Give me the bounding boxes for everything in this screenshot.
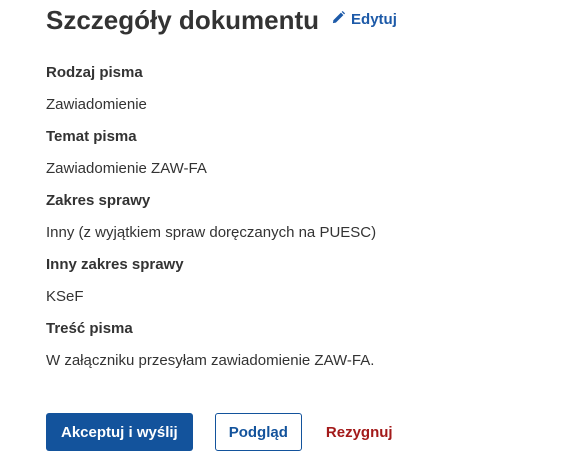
- details-list: Rodzaj pisma Zawiadomienie Temat pisma Z…: [46, 62, 556, 372]
- field-label: Zakres sprawy: [46, 192, 151, 209]
- accept-and-send-button[interactable]: Akceptuj i wyślij: [46, 413, 193, 451]
- document-details-panel: Szczegóły dokumentu Edytuj Rodzaj pisma …: [46, 0, 556, 451]
- field-label: Treść pisma: [46, 320, 133, 337]
- cancel-button[interactable]: Rezygnuj: [318, 413, 401, 451]
- field-label: Inny zakres sprawy: [46, 256, 184, 273]
- header: Szczegóły dokumentu Edytuj: [46, 4, 556, 44]
- field-document-content: Treść pisma W załączniku przesyłam zawia…: [46, 318, 556, 372]
- edit-link[interactable]: Edytuj: [331, 10, 397, 29]
- pencil-icon: [331, 10, 351, 29]
- field-label: Rodzaj pisma: [46, 64, 143, 81]
- field-document-subject: Temat pisma Zawiadomienie ZAW-FA: [46, 126, 556, 180]
- field-case-scope: Zakres sprawy Inny (z wyjątkiem spraw do…: [46, 190, 556, 244]
- field-value: Zawiadomienie ZAW-FA: [46, 160, 207, 177]
- field-document-type: Rodzaj pisma Zawiadomienie: [46, 62, 556, 116]
- edit-link-label: Edytuj: [351, 11, 397, 28]
- field-value: W załączniku przesyłam zawiadomienie ZAW…: [46, 352, 375, 369]
- field-value: KSeF: [46, 288, 84, 305]
- field-value: Inny (z wyjątkiem spraw doręczanych na P…: [46, 224, 377, 241]
- field-other-case-scope: Inny zakres sprawy KSeF: [46, 254, 556, 308]
- preview-button[interactable]: Podgląd: [214, 413, 302, 451]
- field-value: Zawiadomienie: [46, 96, 147, 113]
- action-bar: Akceptuj i wyślij Podgląd Rezygnuj: [46, 413, 401, 451]
- field-label: Temat pisma: [46, 128, 137, 145]
- page-title: Szczegóły dokumentu: [46, 5, 320, 35]
